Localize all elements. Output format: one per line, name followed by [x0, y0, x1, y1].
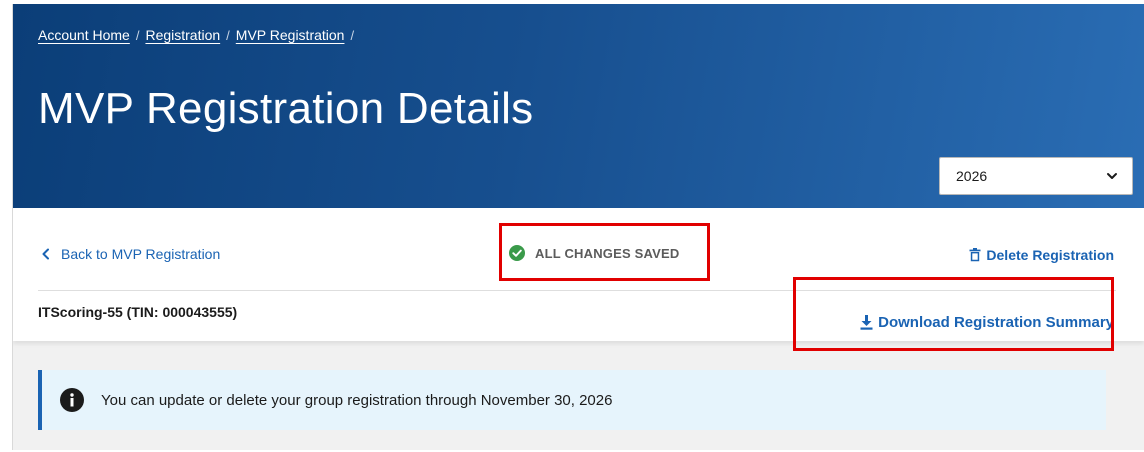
chevron-down-icon [1107, 173, 1117, 179]
breadcrumb-mvp-registration[interactable]: MVP Registration [236, 27, 345, 43]
divider [38, 290, 1116, 291]
download-summary-label: Download Registration Summary [878, 314, 1114, 331]
page-frame: Account Home / Registration / MVP Regist… [12, 4, 1144, 450]
check-circle-icon [509, 245, 525, 261]
download-icon [860, 315, 873, 330]
breadcrumb-registration[interactable]: Registration [145, 27, 220, 43]
year-select[interactable]: 2026 [939, 157, 1133, 195]
trash-icon [969, 248, 981, 262]
back-link-label: Back to MVP Registration [61, 246, 221, 262]
registration-toolbar: Back to MVP Registration ALL CHANGES SAV… [13, 208, 1144, 341]
info-alert: You can update or delete your group regi… [38, 370, 1106, 430]
alert-message: You can update or delete your group regi… [101, 391, 613, 409]
delete-registration-button[interactable]: Delete Registration [969, 247, 1114, 263]
breadcrumb: Account Home / Registration / MVP Regist… [38, 27, 360, 43]
entity-name: ITScoring-55 (TIN: 000043555) [38, 304, 238, 320]
info-icon [60, 388, 84, 412]
breadcrumb-separator: / [350, 27, 355, 43]
chevron-left-icon [42, 248, 49, 260]
breadcrumb-separator: / [226, 27, 230, 43]
save-status-label: ALL CHANGES SAVED [535, 245, 680, 261]
download-registration-summary-button[interactable]: Download Registration Summary [860, 314, 1114, 331]
breadcrumb-account-home[interactable]: Account Home [38, 27, 130, 43]
page-header: Account Home / Registration / MVP Regist… [13, 4, 1144, 208]
year-select-value: 2026 [956, 168, 988, 184]
save-status: ALL CHANGES SAVED [509, 245, 680, 261]
delete-registration-label: Delete Registration [986, 247, 1114, 263]
page-title: MVP Registration Details [38, 84, 534, 133]
back-to-mvp-registration-link[interactable]: Back to MVP Registration [41, 246, 220, 262]
breadcrumb-separator: / [135, 27, 140, 43]
